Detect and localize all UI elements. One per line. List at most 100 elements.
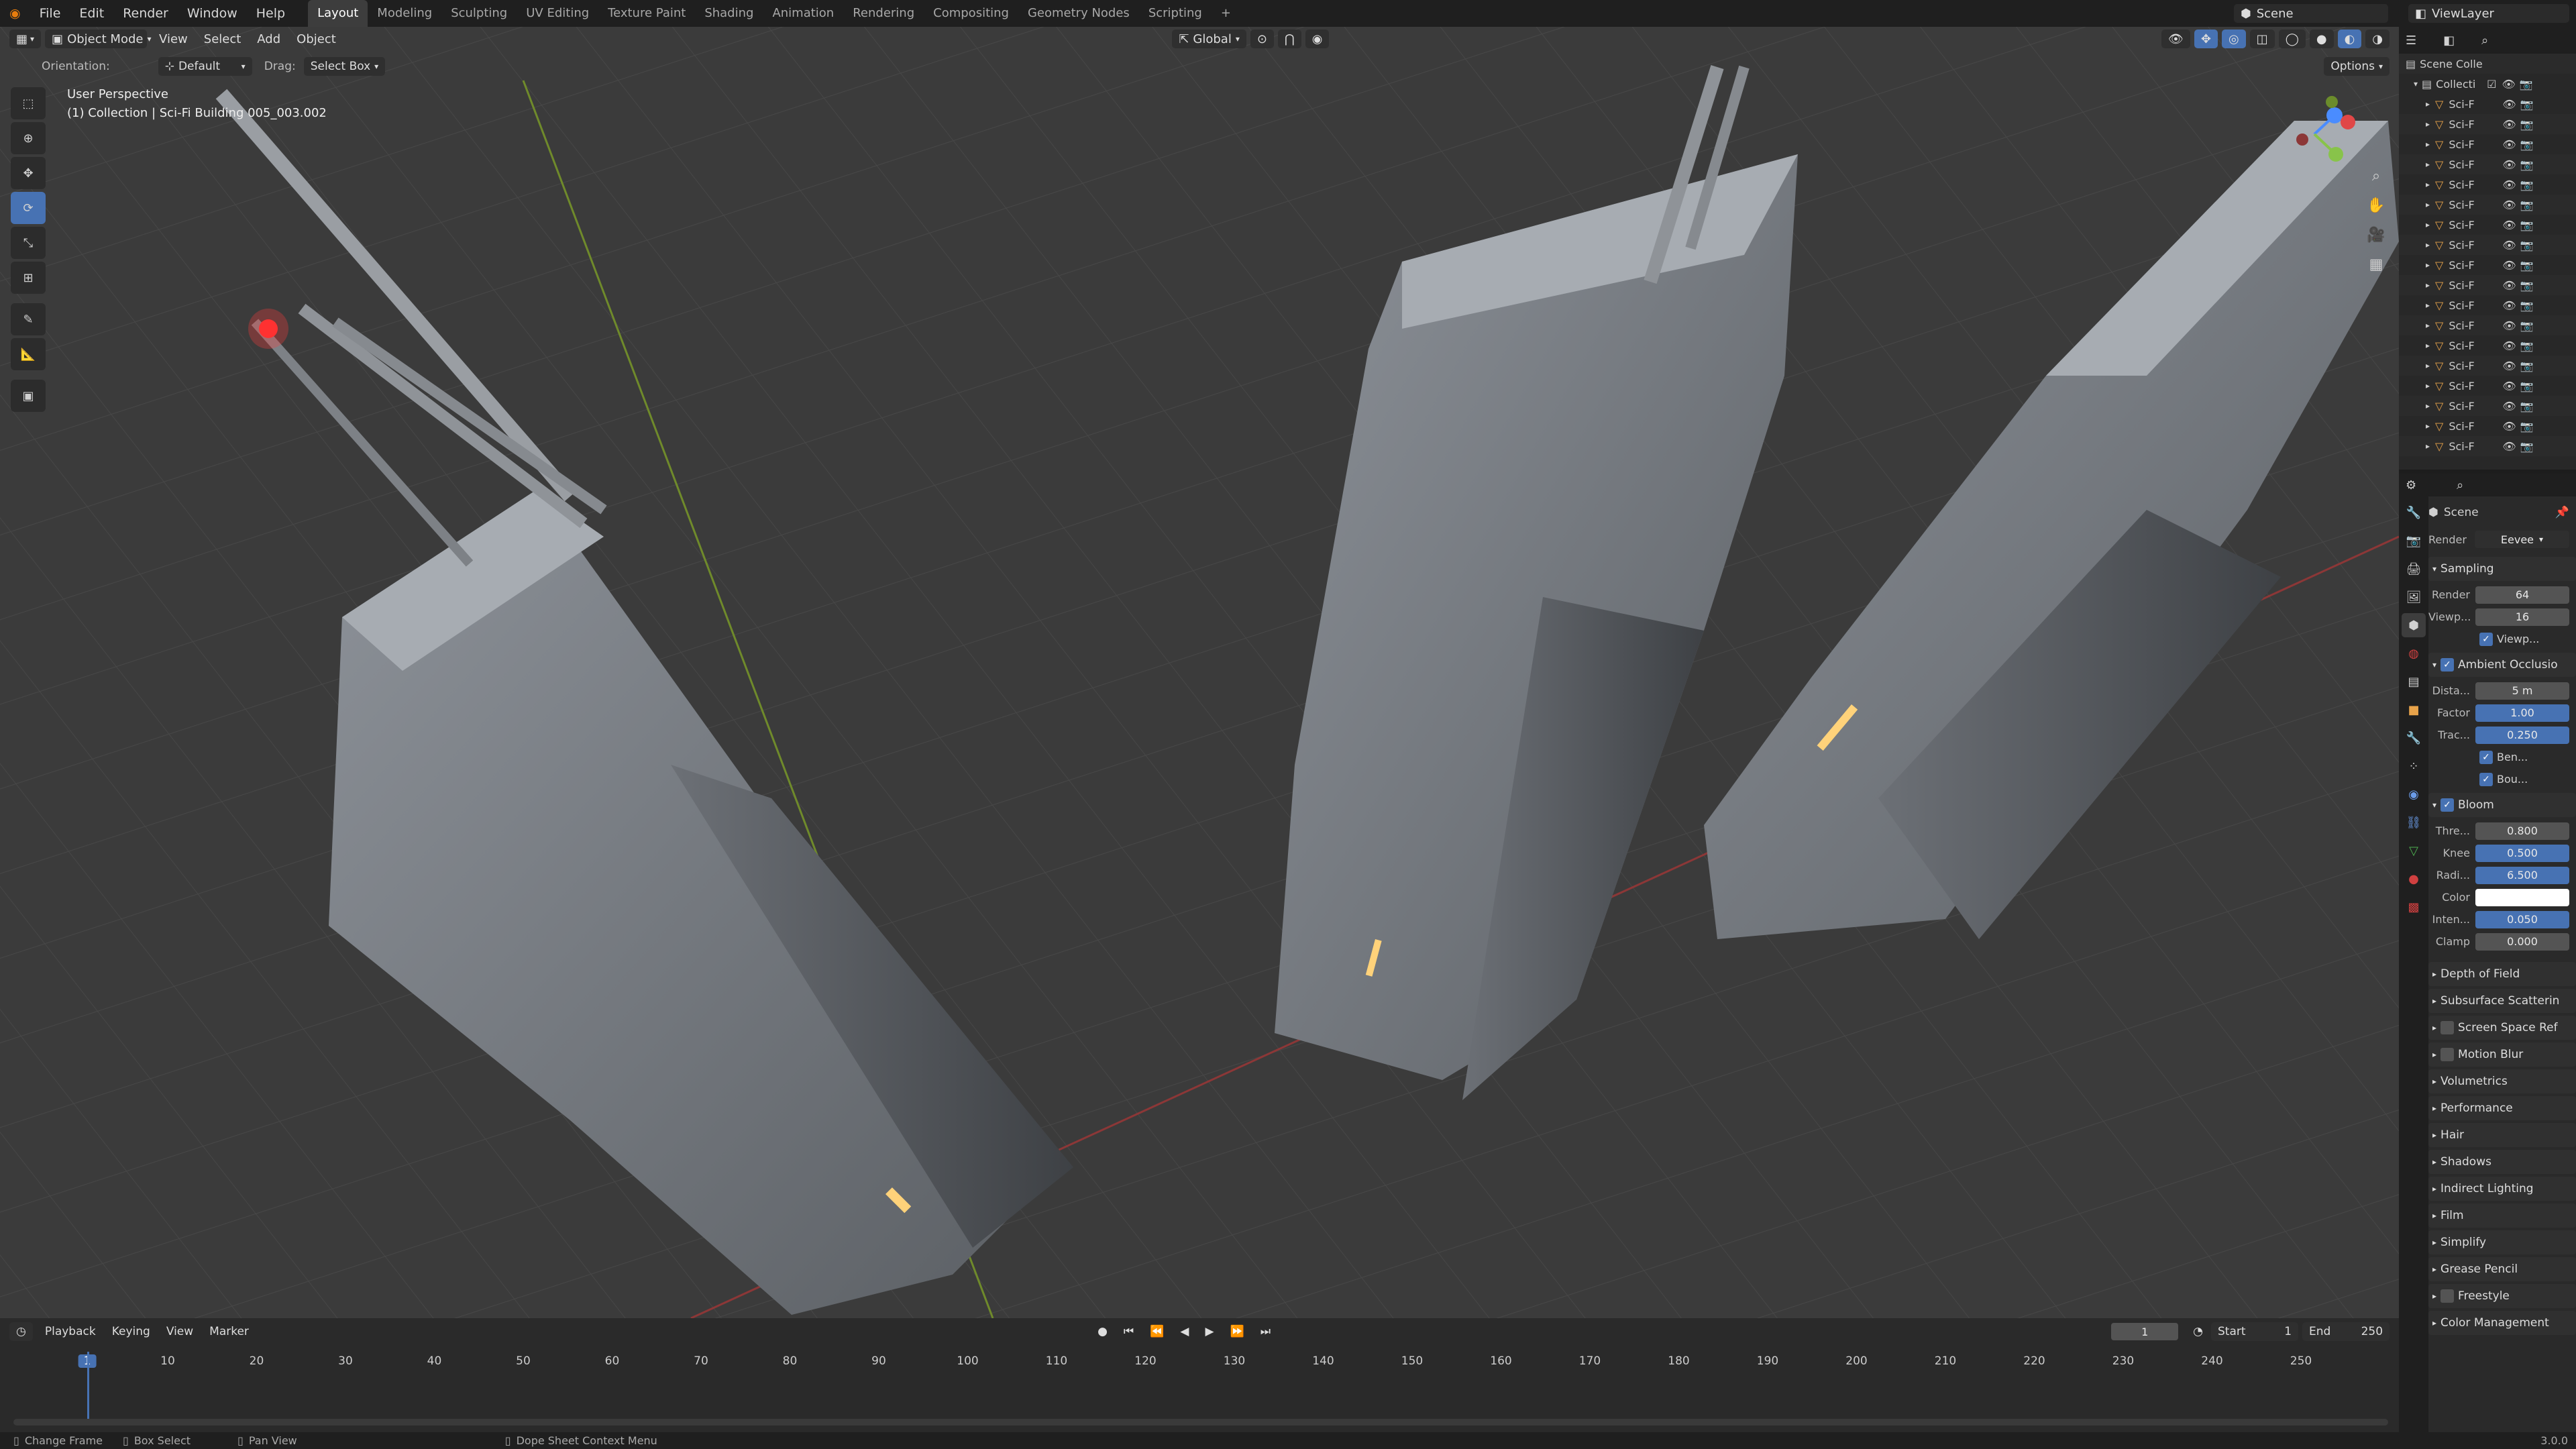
bloom-radius-field[interactable]: 6.500	[2475, 866, 2569, 884]
chevron-right-icon[interactable]: ▸	[2426, 421, 2430, 431]
outliner-object-row[interactable]: ▸ ▽ Sci-F 👁 📷	[2399, 436, 2576, 456]
move-tool[interactable]: ✥	[11, 157, 46, 189]
chevron-right-icon[interactable]: ▸	[2426, 441, 2430, 451]
visibility-button[interactable]: 👁	[2161, 30, 2190, 48]
camera-icon[interactable]: 📷	[2520, 319, 2534, 332]
eye-icon[interactable]: 👁	[2502, 299, 2516, 312]
bounce-approx-checkbox[interactable]: ✓	[2479, 772, 2493, 786]
ao-panel-header[interactable]: ▾ ✓ Ambient Occlusio	[2428, 653, 2576, 677]
collapsed-panel-header[interactable]: ▸ Color Management	[2428, 1311, 2576, 1335]
outliner-object-row[interactable]: ▸ ▽ Sci-F 👁 📷	[2399, 315, 2576, 335]
tab-modeling[interactable]: Modeling	[368, 0, 441, 27]
eye-icon[interactable]: 👁	[2502, 78, 2516, 91]
outliner-object-row[interactable]: ▸ ▽ Sci-F 👁 📷	[2399, 215, 2576, 235]
collapsed-panel-header[interactable]: ▸ Hair	[2428, 1123, 2576, 1147]
outliner-object-row[interactable]: ▸ ▽ Sci-F 👁 📷	[2399, 174, 2576, 195]
select-box-tool[interactable]: ⬚	[11, 87, 46, 119]
output-tab-icon[interactable]: 🖨	[2402, 557, 2426, 581]
timeline-ruler[interactable]: 1102030405060708090100110120130140150160…	[0, 1318, 2399, 1432]
outliner-object-row[interactable]: ▸ ▽ Sci-F 👁 📷	[2399, 295, 2576, 315]
menu-add[interactable]: Add	[249, 32, 288, 46]
outliner-object-row[interactable]: ▸ ▽ Sci-F 👁 📷	[2399, 335, 2576, 356]
eye-icon[interactable]: 👁	[2502, 138, 2516, 151]
camera-icon[interactable]: 📷	[2520, 440, 2534, 453]
camera-icon[interactable]: 📷	[2520, 219, 2534, 231]
outliner-object-row[interactable]: ▸ ▽ Sci-F 👁 📷	[2399, 396, 2576, 416]
render-samples-field[interactable]: 64	[2475, 586, 2569, 604]
chevron-right-icon[interactable]: ▸	[2426, 140, 2430, 149]
editor-type-button[interactable]: ▦ ▾	[9, 30, 42, 48]
menu-object[interactable]: Object	[288, 32, 344, 46]
modifier-tab-icon[interactable]: 🔧	[2402, 726, 2426, 750]
collection-tab-icon[interactable]: ▤	[2402, 669, 2426, 694]
menu-select[interactable]: Select	[196, 32, 250, 46]
chevron-right-icon[interactable]: ▸	[2426, 341, 2430, 350]
collapsed-panel-header[interactable]: ▸ Performance	[2428, 1096, 2576, 1120]
camera-icon[interactable]: 🎥	[2363, 227, 2390, 256]
collapsed-panel-header[interactable]: ▸ Volumetrics	[2428, 1069, 2576, 1093]
tab-sculpting[interactable]: Sculpting	[441, 0, 517, 27]
physics-tab-icon[interactable]: ◉	[2402, 782, 2426, 806]
eye-icon[interactable]: 👁	[2502, 239, 2516, 252]
menu-window[interactable]: Window	[178, 0, 247, 27]
outliner-object-row[interactable]: ▸ ▽ Sci-F 👁 📷	[2399, 275, 2576, 295]
eye-icon[interactable]: 👁	[2502, 420, 2516, 433]
transform-tool[interactable]: ⊞	[11, 262, 46, 294]
tab-uv-editing[interactable]: UV Editing	[517, 0, 598, 27]
shading-material[interactable]: ◐	[2337, 30, 2362, 48]
outliner-object-row[interactable]: ▸ ▽ Sci-F 👁 📷	[2399, 235, 2576, 255]
timeline-scrollbar[interactable]	[13, 1419, 2388, 1426]
zoom-icon[interactable]: ⌕	[2363, 168, 2390, 197]
object-tab-icon[interactable]: ■	[2402, 698, 2426, 722]
menu-file[interactable]: File	[30, 0, 70, 27]
orientation-dropdown[interactable]: ⊹ Default ▾	[158, 57, 252, 76]
search-icon[interactable]: ⌕	[2481, 34, 2488, 48]
eye-icon[interactable]: 👁	[2502, 339, 2516, 352]
transform-orientation-button[interactable]: ⇱ Global ▾	[1172, 30, 1246, 48]
bloom-checkbox[interactable]: ✓	[2440, 798, 2455, 812]
collapsed-panel-header[interactable]: ▸ Film	[2428, 1203, 2576, 1228]
eye-icon[interactable]: 👁	[2502, 259, 2516, 272]
data-tab-icon[interactable]: ▽	[2402, 839, 2426, 863]
bloom-threshold-field[interactable]: 0.800	[2475, 822, 2569, 840]
ao-trace-field[interactable]: 0.250	[2475, 726, 2569, 744]
camera-icon[interactable]: 📷	[2520, 178, 2534, 191]
pan-hand-icon[interactable]: ✋	[2363, 197, 2390, 227]
scene-collection-row[interactable]: ▤ Scene Colle	[2399, 54, 2576, 74]
camera-icon[interactable]: 📷	[2520, 380, 2534, 392]
bloom-intensity-field[interactable]: 0.050	[2475, 910, 2569, 928]
bloom-panel-header[interactable]: ▾ ✓ Bloom	[2428, 793, 2576, 817]
chevron-right-icon[interactable]: ▸	[2426, 99, 2430, 109]
shading-solid[interactable]: ●	[2309, 30, 2334, 48]
collapsed-panel-header[interactable]: ▸ Screen Space Ref	[2428, 1016, 2576, 1040]
chevron-right-icon[interactable]: ▸	[2426, 280, 2430, 290]
menu-edit[interactable]: Edit	[70, 0, 113, 27]
camera-icon[interactable]: 📷	[2520, 239, 2534, 252]
collapsed-panel-header[interactable]: ▸ Shadows	[2428, 1150, 2576, 1174]
camera-icon[interactable]: 📷	[2520, 339, 2534, 352]
rotate-tool[interactable]: ⟳	[11, 192, 46, 224]
viewlayer-selector[interactable]: ◧ ViewLayer	[2408, 4, 2569, 23]
scale-tool[interactable]: ⤡	[11, 227, 46, 259]
bloom-clamp-field[interactable]: 0.000	[2475, 932, 2569, 951]
add-workspace-icon[interactable]: +	[1212, 0, 1240, 27]
mode-selector[interactable]: ▣ Object Mode ▾	[45, 30, 151, 48]
overlay-toggle[interactable]: ◎	[2221, 30, 2246, 48]
outliner-object-row[interactable]: ▸ ▽ Sci-F 👁 📷	[2399, 356, 2576, 376]
eye-icon[interactable]: 👁	[2502, 219, 2516, 231]
3d-viewport[interactable]	[0, 27, 2399, 1318]
sampling-panel-header[interactable]: ▾ Sampling	[2428, 557, 2576, 581]
display-mode-icon[interactable]: ◧	[2443, 34, 2455, 48]
texture-tab-icon[interactable]: ▩	[2402, 895, 2426, 919]
tab-shading[interactable]: Shading	[695, 0, 763, 27]
ao-factor-field[interactable]: 1.00	[2475, 704, 2569, 722]
menu-view[interactable]: View	[151, 32, 196, 46]
playhead[interactable]	[87, 1352, 89, 1426]
tab-animation[interactable]: Animation	[763, 0, 843, 27]
search-icon[interactable]: ⌕	[2457, 478, 2463, 492]
pivot-point-button[interactable]: ⊙	[1250, 30, 1274, 48]
ao-distance-field[interactable]: 5 m	[2475, 682, 2569, 700]
grid-projection-icon[interactable]: ▦	[2363, 256, 2390, 286]
panel-checkbox[interactable]	[2440, 1048, 2455, 1061]
pin-icon[interactable]: 📌	[2555, 506, 2569, 519]
